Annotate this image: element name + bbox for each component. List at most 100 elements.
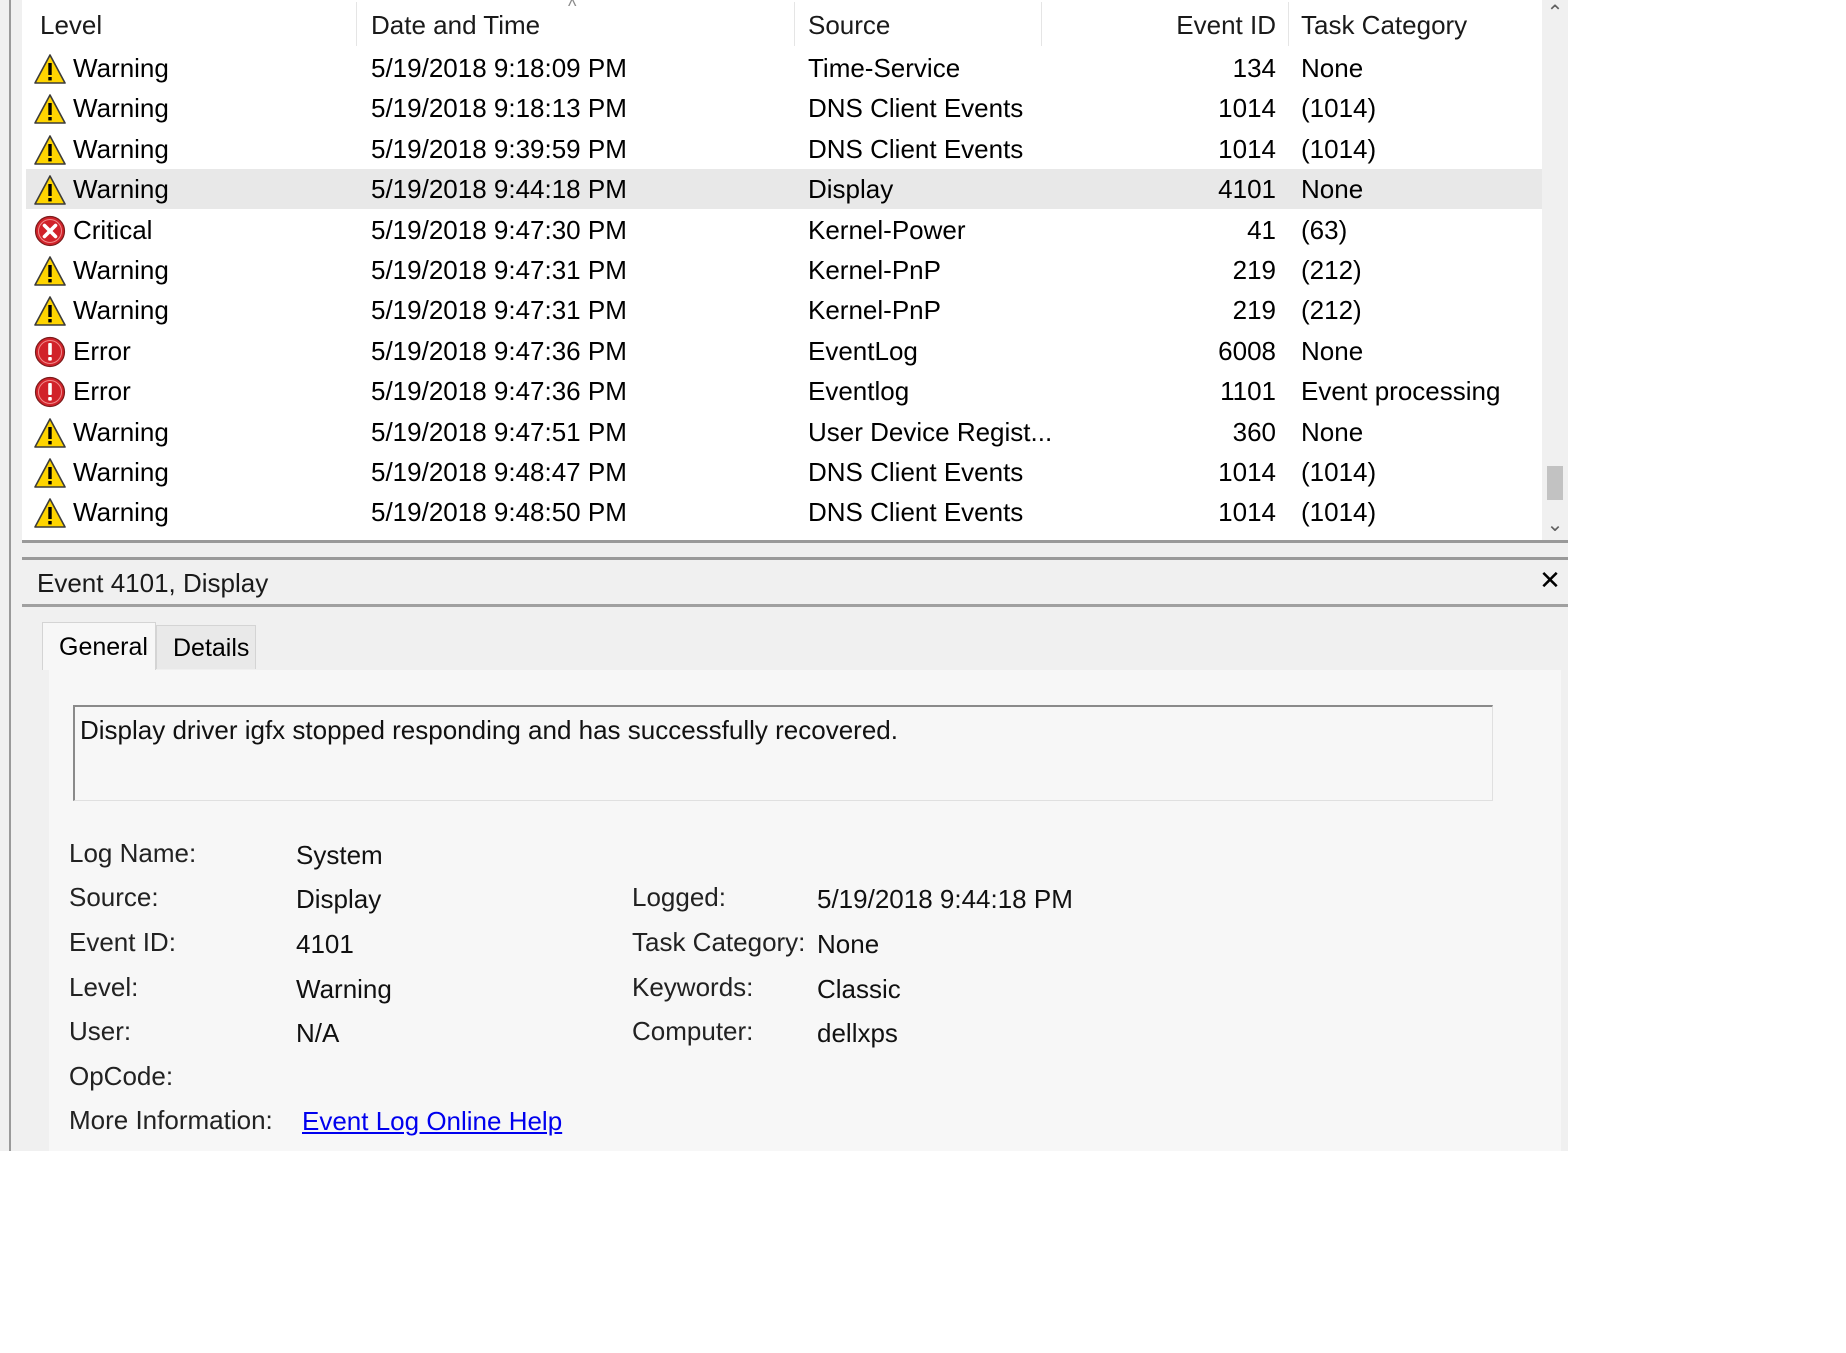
event-id-cell: 6008 [1218, 335, 1276, 366]
event-level-cell: Warning [73, 53, 169, 83]
event-row[interactable]: Error 5/19/2018 9:47:36 PM EventLog 6008 Non… [26, 331, 1542, 371]
event-source-cell: DNS Client Events [808, 133, 1024, 164]
vertical-scrollbar[interactable]: ⌃ ⌄ [1542, 0, 1568, 540]
column-divider[interactable] [1041, 2, 1042, 46]
event-level-cell: Warning [73, 93, 169, 124]
warning-icon [34, 53, 66, 85]
warning-icon [34, 93, 66, 125]
column-header-source[interactable]: Source [808, 0, 890, 46]
event-id-cell: 1014 [1218, 93, 1276, 124]
column-header-task-category[interactable]: Task Category [1301, 0, 1467, 46]
user-value: N/A [296, 1018, 340, 1048]
event-id-cell: 219 [1232, 295, 1276, 326]
warning-icon [34, 174, 66, 206]
event-row[interactable]: Critical 5/19/2018 9:47:30 PM Kernel-Power… [26, 210, 1542, 250]
event-level-cell: Warning [73, 416, 169, 447]
event-row[interactable]: Warning 5/19/2018 9:47:31 PM Kernel-PnP 219… [26, 250, 1542, 290]
event-task-category-cell: None [1301, 53, 1364, 83]
column-header: Level ^ Date and Time Source Event ID Ta… [26, 0, 1542, 46]
event-source-cell: EventLog [808, 335, 918, 366]
warning-icon [34, 134, 66, 166]
event-date-cell: 5/19/2018 9:48:50 PM [371, 497, 627, 528]
event-log-online-help-link[interactable]: Event Log Online Help [302, 1106, 562, 1136]
event-task-category-cell: (63) [1301, 214, 1348, 245]
event-source-cell: Time-Service [808, 53, 961, 83]
event-date-cell: 5/19/2018 9:47:36 PM [371, 376, 627, 407]
event-date-cell: 5/19/2018 9:18:13 PM [371, 93, 627, 124]
event-row[interactable]: Warning 5/19/2018 9:47:31 PM Kernel-PnP 219… [26, 290, 1542, 330]
sort-ascending-icon: ^ [568, 0, 577, 16]
pane-splitter[interactable] [22, 540, 1568, 560]
event-row[interactable]: Warning 5/19/2018 9:47:51 PM User Device R… [26, 412, 1542, 452]
event-id-cell: 1014 [1218, 457, 1276, 487]
event-row[interactable]: Warning 5/19/2018 9:18:09 PM Time-Service 1… [26, 48, 1542, 88]
column-header-event-id[interactable]: Event ID [1176, 0, 1276, 46]
column-header-date[interactable]: Date and Time [371, 0, 540, 46]
logged-label: Logged: [632, 882, 726, 912]
event-row[interactable]: Error 5/19/2018 9:47:36 PM Eventlog 1101 Eve… [26, 371, 1542, 411]
event-source-cell: DNS Client Events [808, 497, 1024, 528]
event-message-box[interactable]: Display driver igfx stopped responding a… [73, 705, 1493, 801]
event-task-category-cell: (1014) [1301, 497, 1377, 528]
column-divider[interactable] [356, 2, 357, 46]
general-tab-panel: Display driver igfx stopped responding a… [49, 670, 1561, 1151]
event-date-cell: 5/19/2018 9:39:59 PM [371, 133, 627, 164]
warning-icon [34, 497, 66, 529]
task-category-label: Task Category: [632, 927, 806, 957]
tab-general[interactable]: General [42, 622, 156, 670]
event-id-label: Event ID: [69, 927, 176, 957]
tab-details[interactable]: Details [156, 625, 256, 669]
event-level-cell: Warning [73, 457, 169, 487]
event-row[interactable]: Warning 5/19/2018 9:48:50 PM DNS Client Ev… [26, 492, 1542, 532]
event-date-cell: 5/19/2018 9:47:51 PM [371, 416, 627, 447]
detail-title: Event 4101, Display [37, 568, 269, 598]
event-date-cell: 5/19/2018 9:47:31 PM [371, 295, 627, 326]
scroll-down-icon[interactable]: ⌄ [1542, 512, 1568, 538]
event-list[interactable]: Level ^ Date and Time Source Event ID Ta… [26, 0, 1568, 540]
event-level-cell: Warning [73, 174, 169, 205]
event-task-category-cell: None [1301, 416, 1364, 447]
event-row[interactable]: Warning 5/19/2018 9:44:18 PM Display 4101 No… [26, 169, 1542, 210]
level-label: Level: [69, 972, 139, 1002]
warning-icon [34, 295, 66, 327]
keywords-value: Classic [817, 974, 901, 1004]
source-value: Display [296, 884, 382, 914]
level-value: Warning [296, 974, 392, 1004]
event-level-cell: Warning [73, 255, 169, 285]
log-name-label: Log Name: [69, 838, 197, 868]
task-category-value: None [817, 929, 880, 959]
event-id-cell: 219 [1232, 255, 1276, 285]
column-divider[interactable] [1288, 2, 1289, 46]
event-id-cell: 1014 [1218, 497, 1276, 528]
event-id-cell: 1014 [1218, 133, 1276, 164]
event-task-category-cell: (1014) [1301, 457, 1377, 487]
log-name-value: System [296, 840, 383, 870]
event-level-cell: Error [73, 376, 131, 407]
event-level-cell: Error [73, 335, 131, 366]
event-level-cell: Critical [73, 214, 153, 245]
event-task-category-cell: (1014) [1301, 93, 1377, 124]
event-source-cell: Kernel-PnP [808, 255, 941, 285]
event-id-cell: 360 [1232, 416, 1276, 447]
event-row[interactable]: Warning 5/19/2018 9:18:13 PM DNS Client Ev… [26, 88, 1542, 128]
event-task-category-cell: None [1301, 174, 1364, 205]
user-label: User: [69, 1016, 132, 1046]
event-source-cell: DNS Client Events [808, 457, 1024, 487]
event-id-cell: 4101 [1218, 174, 1276, 205]
event-source-cell: Kernel-Power [808, 214, 966, 245]
column-header-level[interactable]: Level [40, 0, 102, 46]
event-task-category-cell: (212) [1301, 255, 1362, 285]
event-row[interactable]: Warning 5/19/2018 9:39:59 PM DNS Client Ev… [26, 129, 1542, 169]
event-date-cell: 5/19/2018 9:44:18 PM [371, 174, 627, 205]
event-source-cell: User Device Regist... [808, 416, 1053, 447]
close-icon[interactable]: ✕ [1536, 566, 1564, 594]
event-row[interactable]: Warning 5/19/2018 9:48:47 PM DNS Client Ev… [26, 452, 1542, 492]
event-date-cell: 5/19/2018 9:47:36 PM [371, 335, 627, 366]
more-information-label: More Information: [69, 1105, 273, 1135]
event-id-cell: 41 [1247, 214, 1276, 245]
column-divider[interactable] [794, 2, 795, 46]
scroll-up-icon[interactable]: ⌃ [1542, 0, 1568, 26]
critical-icon [34, 215, 66, 247]
scrollbar-thumb[interactable] [1547, 466, 1563, 500]
computer-label: Computer: [632, 1016, 754, 1046]
